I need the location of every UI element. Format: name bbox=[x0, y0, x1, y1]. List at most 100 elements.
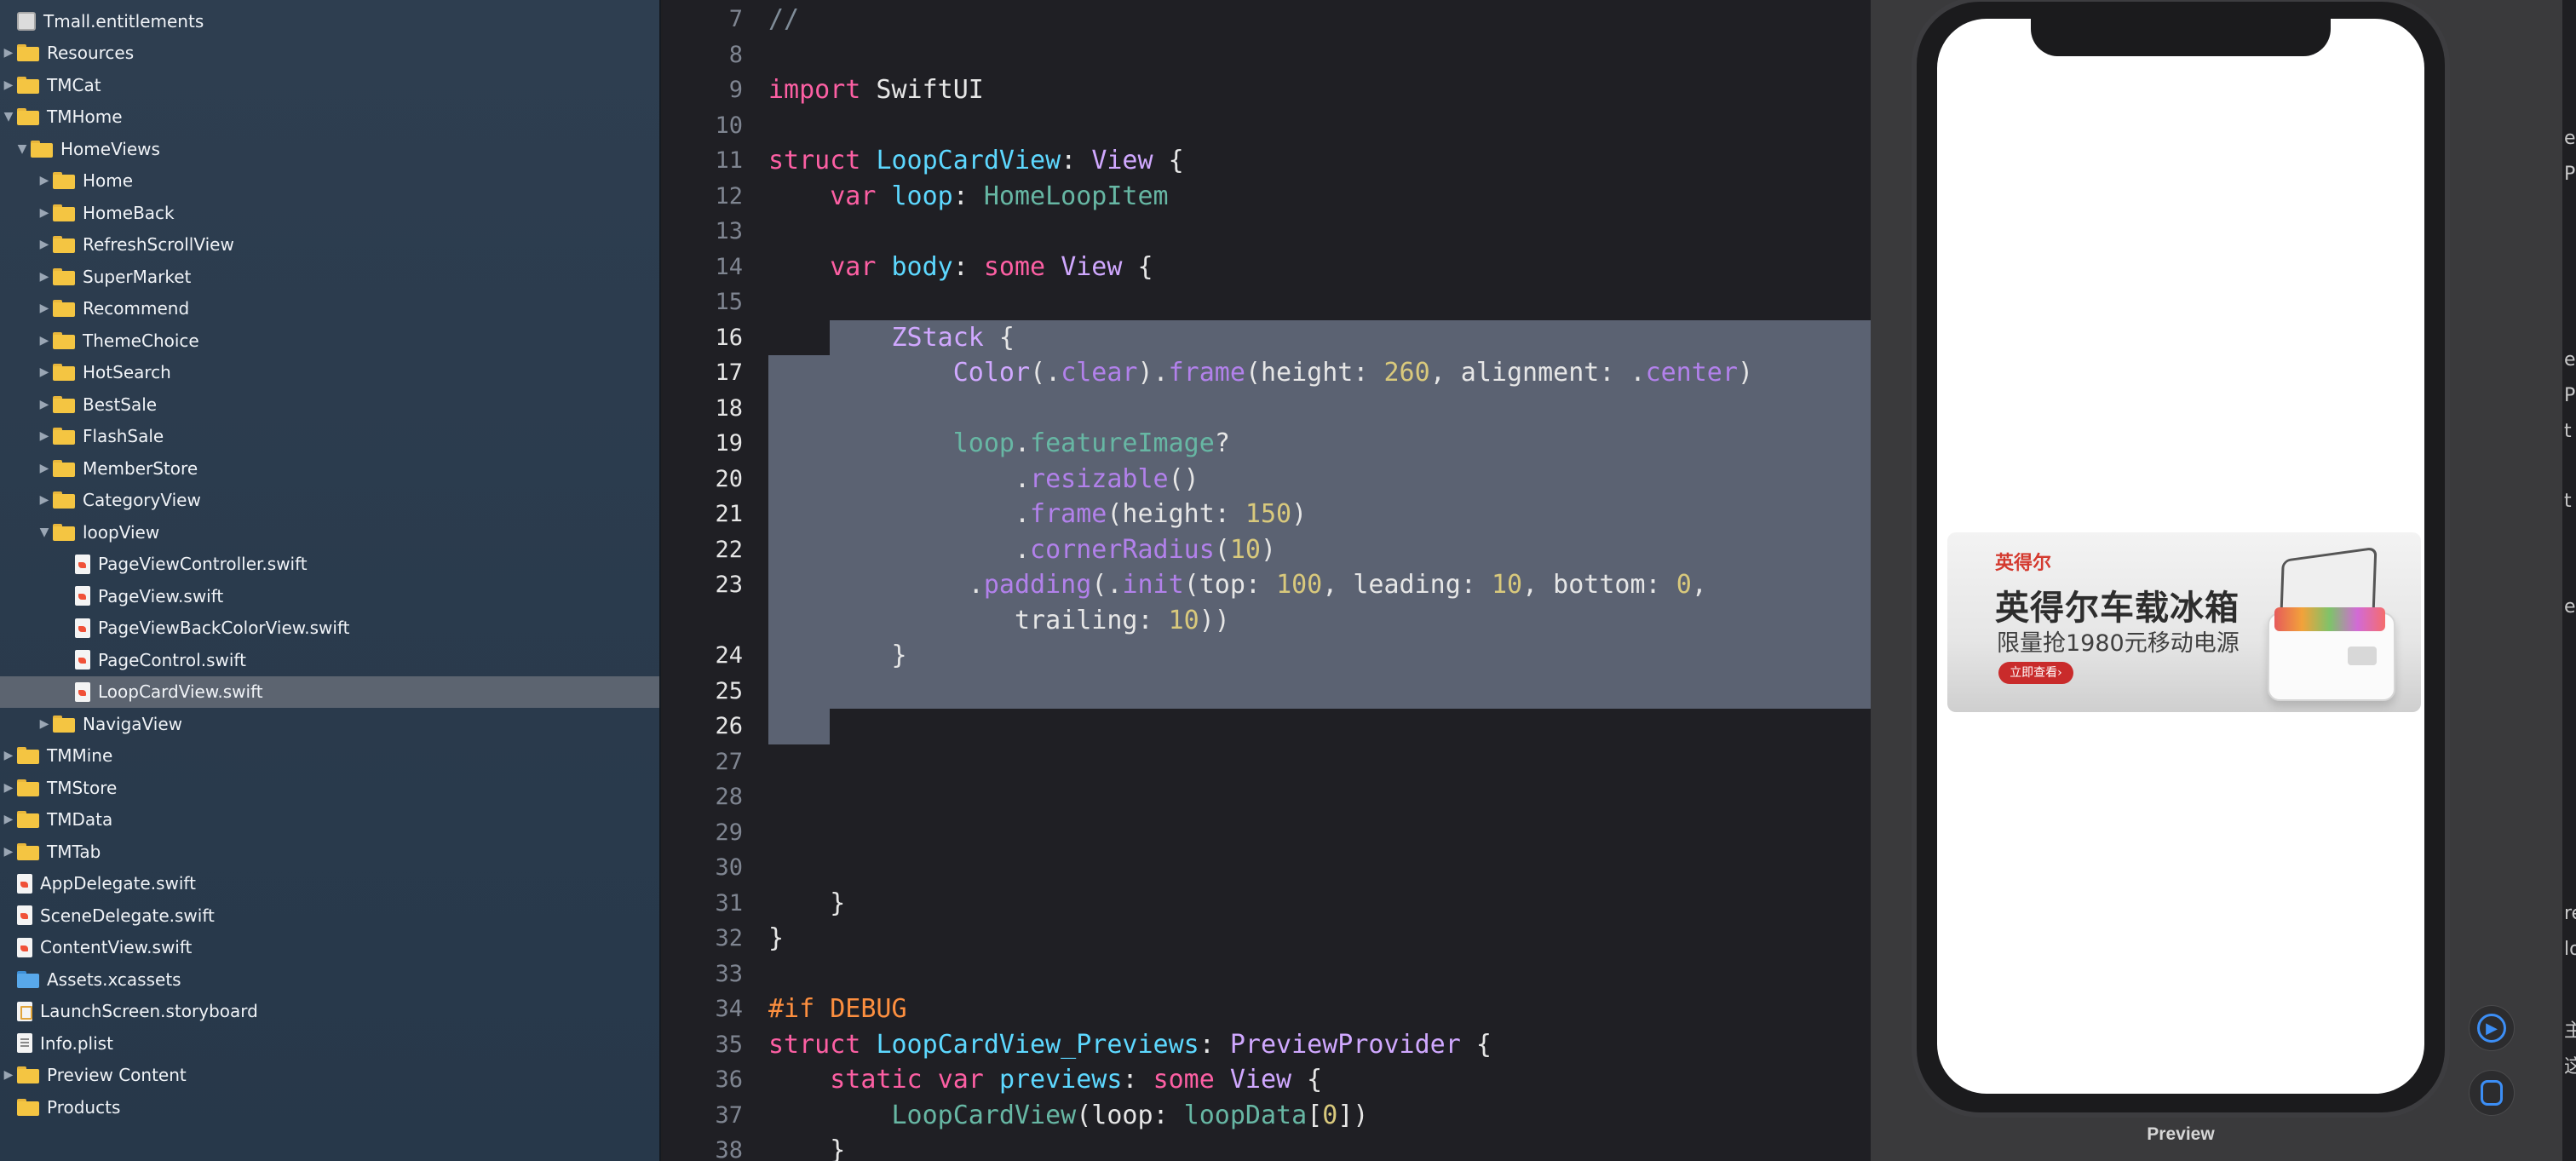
navigator-item-contentview-swift[interactable]: ContentView.swift bbox=[0, 932, 659, 964]
navigator-item-tmmine[interactable]: ▶ TMMine bbox=[0, 740, 659, 773]
disclosure-expanded-icon[interactable]: ▼ bbox=[0, 110, 17, 124]
disclosure-collapsed-icon[interactable]: ▶ bbox=[0, 749, 17, 762]
disclosure-collapsed-icon[interactable]: ▶ bbox=[36, 206, 53, 220]
navigator-item-pageviewbackcolorview-swift[interactable]: PageViewBackColorView.swift bbox=[0, 612, 659, 645]
code-line[interactable]: 30 bbox=[663, 850, 1871, 886]
navigator-item-label: Home bbox=[83, 170, 134, 192]
navigator-item-homeback[interactable]: ▶ HomeBack bbox=[0, 197, 659, 229]
code-line[interactable]: trailing: 10)) bbox=[663, 603, 1871, 639]
disclosure-collapsed-icon[interactable]: ▶ bbox=[0, 813, 17, 826]
code-line[interactable]: 26 bbox=[663, 709, 1871, 744]
disclosure-collapsed-icon[interactable]: ▶ bbox=[36, 365, 53, 379]
disclosure-collapsed-icon[interactable]: ▶ bbox=[36, 717, 53, 731]
navigator-item-flashsale[interactable]: ▶ FlashSale bbox=[0, 421, 659, 453]
code-line[interactable]: 31 } bbox=[663, 886, 1871, 922]
code-line[interactable]: 17 Color(.clear).frame(height: 260, alig… bbox=[663, 355, 1871, 391]
live-preview-button[interactable]: ▶ bbox=[2469, 1005, 2515, 1051]
navigator-item-info-plist[interactable]: Info.plist bbox=[0, 1027, 659, 1060]
navigator-item-refreshscrollview[interactable]: ▶ RefreshScrollView bbox=[0, 229, 659, 262]
navigator-item-memberstore[interactable]: ▶ MemberStore bbox=[0, 452, 659, 485]
line-number: 25 bbox=[715, 677, 743, 704]
code-line[interactable]: 32} bbox=[663, 921, 1871, 957]
code-line[interactable]: 33 bbox=[663, 957, 1871, 992]
banner-cta-button[interactable]: 立即查看› bbox=[1998, 662, 2073, 684]
code-line[interactable]: 36 static var previews: some View { bbox=[663, 1062, 1871, 1098]
code-line[interactable]: 35 struct LoopCardView_Previews: PreviewP… bbox=[663, 1027, 1871, 1063]
navigator-item-preview-content[interactable]: ▶ Preview Content bbox=[0, 1060, 659, 1092]
disclosure-collapsed-icon[interactable]: ▶ bbox=[36, 270, 53, 284]
code-line[interactable]: 15 bbox=[663, 285, 1871, 320]
disclosure-collapsed-icon[interactable]: ▶ bbox=[36, 174, 53, 187]
code-editor[interactable]: 7 // 8 9 import SwiftUI 10 11 struct LoopCardVi… bbox=[663, 0, 1871, 1161]
disclosure-collapsed-icon[interactable]: ▶ bbox=[0, 781, 17, 795]
code-line[interactable]: 22 .cornerRadius(10) bbox=[663, 532, 1871, 568]
navigator-item-hotsearch[interactable]: ▶ HotSearch bbox=[0, 357, 659, 389]
disclosure-collapsed-icon[interactable]: ▶ bbox=[36, 398, 53, 411]
code-line[interactable]: 38 } bbox=[663, 1133, 1871, 1161]
navigator-item-resources[interactable]: ▶ Resources bbox=[0, 37, 659, 70]
navigator-item-appdelegate-swift[interactable]: AppDelegate.swift bbox=[0, 868, 659, 900]
navigator-item-tmall-entitlements[interactable]: Tmall.entitlements bbox=[0, 5, 659, 37]
code-line[interactable]: 8 bbox=[663, 37, 1871, 73]
code-line[interactable]: 9 import SwiftUI bbox=[663, 72, 1871, 108]
code-line[interactable]: 13 bbox=[663, 214, 1871, 250]
navigator-item-pageview-swift[interactable]: PageView.swift bbox=[0, 580, 659, 612]
code-line[interactable]: 16 ZStack { bbox=[663, 320, 1871, 356]
navigator-item-home[interactable]: ▶ Home bbox=[0, 165, 659, 198]
device-screen[interactable]: 英得尔 英得尔车载冰箱 限量抢1980元移动电源 立即查看› bbox=[1937, 19, 2424, 1094]
navigator-item-scenedelegate-swift[interactable]: SceneDelegate.swift bbox=[0, 899, 659, 932]
navigator-item-recommend[interactable]: ▶ Recommend bbox=[0, 293, 659, 325]
navigator-item-loopview[interactable]: ▼ loopView bbox=[0, 516, 659, 549]
navigator-item-themechoice[interactable]: ▶ ThemeChoice bbox=[0, 325, 659, 357]
navigator-item-pageviewcontroller-swift[interactable]: PageViewController.swift bbox=[0, 549, 659, 581]
navigator-item-categoryview[interactable]: ▶ CategoryView bbox=[0, 485, 659, 517]
code-line[interactable]: 29 bbox=[663, 815, 1871, 851]
code-line[interactable]: 12 var loop: HomeLoopItem bbox=[663, 179, 1871, 215]
navigator-item-homeviews[interactable]: ▼ HomeViews bbox=[0, 133, 659, 165]
code-line[interactable]: 25 bbox=[663, 674, 1871, 710]
navigator-item-tmtab[interactable]: ▶ TMTab bbox=[0, 836, 659, 868]
disclosure-collapsed-icon[interactable]: ▶ bbox=[36, 302, 53, 315]
navigator-item-launchscreen-storyboard[interactable]: LaunchScreen.storyboard bbox=[0, 996, 659, 1028]
navigator-item-pagecontrol-swift[interactable]: PageControl.swift bbox=[0, 644, 659, 676]
navigator-item-tmhome[interactable]: ▼ TMHome bbox=[0, 101, 659, 134]
code-line[interactable]: 14 var body: some View { bbox=[663, 250, 1871, 285]
code-line[interactable]: 21 .frame(height: 150) bbox=[663, 497, 1871, 532]
navigator-item-supermarket[interactable]: ▶ SuperMarket bbox=[0, 261, 659, 293]
code-line[interactable]: 7 // bbox=[663, 2, 1871, 37]
disclosure-collapsed-icon[interactable]: ▶ bbox=[0, 78, 17, 92]
code-line[interactable]: 11 struct LoopCardView: View { bbox=[663, 143, 1871, 179]
loop-card-banner[interactable]: 英得尔 英得尔车载冰箱 限量抢1980元移动电源 立即查看› bbox=[1947, 532, 2421, 712]
code-line[interactable]: 27 bbox=[663, 744, 1871, 780]
disclosure-collapsed-icon[interactable]: ▶ bbox=[36, 238, 53, 251]
code-line[interactable]: 10 bbox=[663, 108, 1871, 144]
code-line[interactable]: 18 bbox=[663, 391, 1871, 427]
navigator-item-assets-xcassets[interactable]: Assets.xcassets bbox=[0, 963, 659, 996]
disclosure-expanded-icon[interactable]: ▼ bbox=[14, 142, 31, 156]
disclosure-collapsed-icon[interactable]: ▶ bbox=[0, 1068, 17, 1082]
code-line[interactable]: 28 bbox=[663, 779, 1871, 815]
line-number: 20 bbox=[715, 465, 743, 492]
code-line[interactable]: 20 .resizable() bbox=[663, 462, 1871, 497]
navigator-item-loopcardview-swift[interactable]: LoopCardView.swift bbox=[0, 675, 659, 708]
code-line[interactable]: 24 } bbox=[663, 638, 1871, 674]
disclosure-collapsed-icon[interactable]: ▶ bbox=[0, 46, 17, 60]
navigator-item-navigaview[interactable]: ▶ NavigaView bbox=[0, 708, 659, 740]
code-line[interactable]: 34 #if DEBUG bbox=[663, 991, 1871, 1027]
disclosure-collapsed-icon[interactable]: ▶ bbox=[36, 462, 53, 475]
disclosure-collapsed-icon[interactable]: ▶ bbox=[0, 845, 17, 859]
code-line[interactable]: 37 LoopCardView(loop: loopData[0]) bbox=[663, 1098, 1871, 1134]
preview-on-device-button[interactable] bbox=[2469, 1070, 2515, 1116]
disclosure-collapsed-icon[interactable]: ▶ bbox=[36, 429, 53, 443]
disclosure-collapsed-icon[interactable]: ▶ bbox=[36, 493, 53, 507]
navigator-item-bestsale[interactable]: ▶ BestSale bbox=[0, 388, 659, 421]
code-token: } bbox=[768, 888, 846, 918]
code-line[interactable]: 19 loop.featureImage? bbox=[663, 426, 1871, 462]
navigator-item-products[interactable]: Products bbox=[0, 1091, 659, 1124]
navigator-item-tmstore[interactable]: ▶ TMStore bbox=[0, 772, 659, 804]
disclosure-collapsed-icon[interactable]: ▶ bbox=[36, 334, 53, 348]
code-line[interactable]: 23 .padding(.init(top: 100, leading: 10,… bbox=[663, 567, 1871, 603]
navigator-item-tmdata[interactable]: ▶ TMData bbox=[0, 804, 659, 836]
navigator-item-tmcat[interactable]: ▶ TMCat bbox=[0, 69, 659, 101]
disclosure-expanded-icon[interactable]: ▼ bbox=[36, 526, 53, 539]
